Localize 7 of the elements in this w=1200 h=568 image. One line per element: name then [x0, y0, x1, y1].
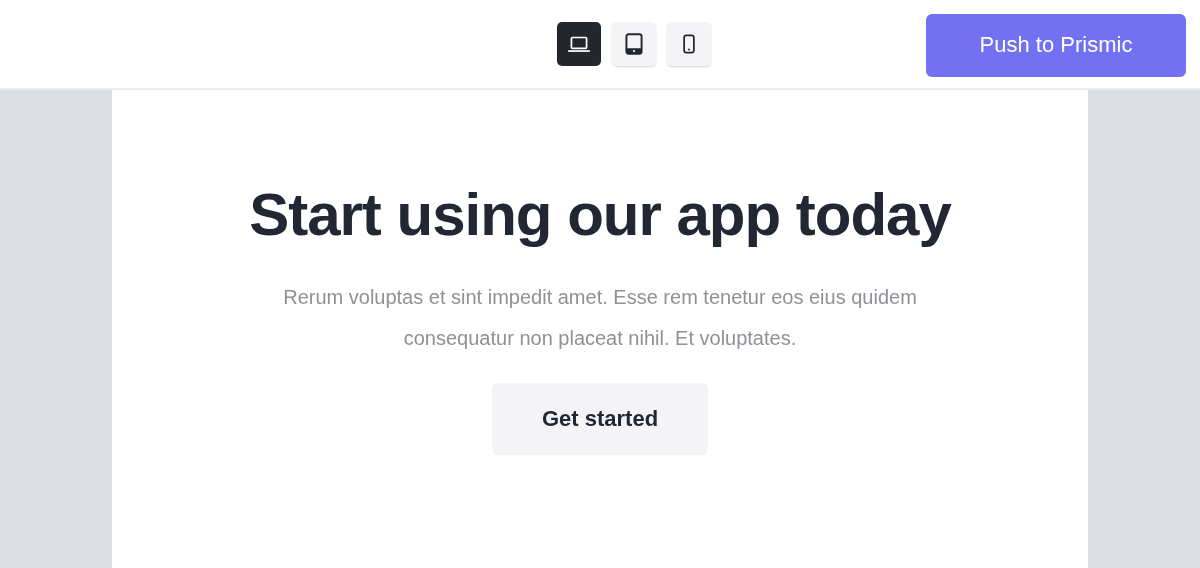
push-button[interactable]: Push to Prismic — [926, 13, 1186, 77]
device-toggle[interactable] — [612, 22, 656, 66]
get-started-button[interactable]: Get started — [492, 383, 708, 455]
hero-description: Rerum voluptas et sint impedit amet. Esse rem tenetur eos eius quidem consequatur non placeat nihil. Et voluptates. — [282, 285, 918, 351]
hero-title: Start using our app today — [249, 180, 951, 249]
device-toggle[interactable] — [557, 22, 601, 66]
device-toggle[interactable] — [667, 22, 711, 66]
